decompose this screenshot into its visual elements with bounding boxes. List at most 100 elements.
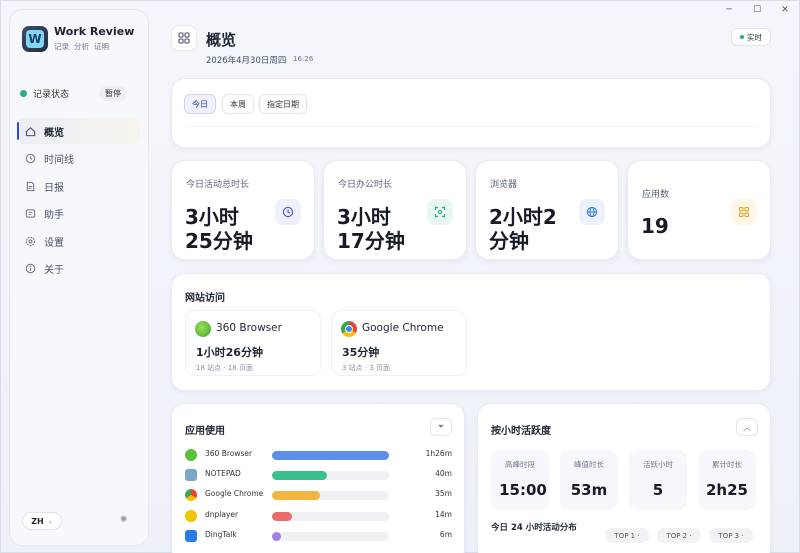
usage-bar-track: [272, 532, 389, 541]
collapse-icon[interactable]: ︿: [736, 418, 758, 436]
app-usage-row[interactable]: dnplayer 14m: [183, 508, 458, 524]
sidebar-nav: 概览 时间线 日报 助手 设置 关于: [17, 118, 140, 284]
sidebar-item-settings[interactable]: 设置: [18, 228, 140, 254]
chrome-icon: [341, 321, 357, 337]
language-select[interactable]: ZH ⌄: [22, 512, 62, 530]
pause-button[interactable]: 暂停: [99, 86, 127, 101]
stat-label: 应用数: [642, 190, 670, 200]
section-title: 按小时活跃度: [491, 426, 551, 437]
app-usage-row[interactable]: DingTalk 6m: [183, 528, 458, 544]
usage-bar-fill: [272, 491, 320, 500]
sidebar-item-label: 时间线: [44, 155, 74, 167]
language-value: ZH: [31, 516, 44, 526]
metric-value: 2h25: [706, 481, 748, 499]
grid-icon: [731, 199, 757, 225]
metric-value: 5: [652, 481, 664, 499]
stat-label: 浏览器: [490, 180, 518, 190]
app-usage-row[interactable]: Google Chrome 35m: [183, 487, 458, 503]
chat-icon: [24, 208, 36, 220]
filter-icon[interactable]: ⏷: [430, 418, 452, 436]
subtitle-item: 分析: [74, 42, 89, 51]
realtime-dot: [740, 35, 744, 39]
stat-card-browser: 浏览器 2小时2 分钟: [475, 160, 619, 260]
top-chip[interactable]: TOP 3 ·: [709, 528, 753, 543]
sidebar-item-about[interactable]: 关于: [18, 256, 140, 282]
site-card-chrome[interactable]: Google Chrome 35分钟 3 站点 · 3 页面: [331, 310, 467, 376]
tab-this-week[interactable]: 本周: [222, 94, 254, 114]
site-duration: 35分钟: [342, 346, 380, 359]
stat-value-line: 3小时: [337, 205, 391, 229]
stat-value-line: 25分钟: [185, 228, 253, 253]
sidebar-item-label: 关于: [44, 265, 64, 277]
tab-today[interactable]: 今日: [184, 94, 216, 114]
chevron-down-icon: ⌄: [47, 517, 53, 525]
site-duration: 1小时26分钟: [196, 346, 263, 359]
stat-value-line: 2小时2: [489, 205, 557, 229]
app-duration: 14m: [435, 510, 452, 519]
sidebar-item-overview[interactable]: 概览: [17, 118, 140, 144]
usage-bar-track: [272, 471, 389, 480]
sidebar-item-label: 概览: [44, 127, 64, 139]
stat-value-line: 分钟: [489, 228, 529, 253]
close-icon[interactable]: ✕: [771, 1, 799, 19]
realtime-label: 实时: [747, 32, 762, 42]
usage-bar-fill: [272, 532, 281, 541]
theme-toggle-icon[interactable]: ✺: [120, 515, 128, 525]
minimize-icon[interactable]: ─: [715, 1, 743, 19]
metric-active-hours: 活跃小时 5: [629, 450, 687, 510]
tab-custom-date[interactable]: 指定日期: [259, 94, 307, 114]
app-icon: [185, 449, 197, 461]
site-name: 360 Browser: [216, 322, 282, 334]
page-count: 3 页面: [369, 364, 391, 372]
app-duration: 40m: [435, 469, 452, 478]
realtime-button[interactable]: 实时: [731, 28, 771, 46]
app-icon: [185, 469, 197, 481]
metric-label: 累计时长: [712, 460, 742, 469]
sidebar-item-assistant[interactable]: 助手: [18, 201, 140, 227]
app-usage-row[interactable]: NOTEPAD 40m: [183, 467, 458, 483]
app-usage-row[interactable]: 360 Browser 1h26m: [183, 447, 458, 463]
stat-value: 2小时2 分钟: [489, 205, 557, 253]
globe-icon: [579, 199, 605, 225]
app-duration: 6m: [439, 530, 452, 539]
app-name: dnplayer: [205, 510, 239, 519]
home-icon: [24, 125, 36, 137]
site-card-360[interactable]: 360 Browser 1小时26分钟 18 站点 · 18 页面: [185, 310, 321, 376]
stat-label: 今日活动总时长: [186, 180, 250, 190]
app-window: ─ ☐ ✕ W Work Review 记录 分析 证明 记录状态 暂停 概览: [0, 0, 800, 553]
app-icon: [185, 510, 197, 522]
page-date: 2026年4月30日周四: [206, 56, 287, 66]
section-title: 网站访问: [185, 293, 225, 304]
clock-icon: [275, 199, 301, 225]
gear-icon: [24, 235, 36, 247]
app-logo: W: [22, 26, 48, 52]
metric-peak-hour: 高峰时段 15:00: [491, 450, 549, 510]
sidebar-item-label: 日报: [44, 182, 64, 194]
site-meta: 3 站点 · 3 页面: [342, 364, 391, 372]
subtitle-item: 记录: [54, 42, 69, 51]
site-meta: 18 站点 · 18 页面: [196, 364, 253, 372]
page-count: 18 页面: [227, 364, 253, 372]
stat-card-app-count: 应用数 19: [627, 160, 771, 260]
window-controls: ─ ☐ ✕: [715, 1, 799, 19]
app-title: Work Review: [54, 25, 135, 38]
top-chip[interactable]: TOP 1 ·: [605, 528, 649, 543]
subtitle-item: 证明: [94, 42, 109, 51]
app-name: Google Chrome: [205, 489, 264, 498]
stat-value: 3小时 17分钟: [337, 205, 405, 253]
overview-grid-icon: [171, 25, 197, 51]
app-subtitle: 记录 分析 证明: [54, 41, 109, 52]
stat-value-line: 3小时: [185, 205, 239, 229]
sidebar-item-timeline[interactable]: 时间线: [18, 146, 140, 172]
top-chip[interactable]: TOP 2 ·: [657, 528, 701, 543]
section-title: 应用使用: [185, 426, 225, 437]
website-visits-card: 网站访问 360 Browser 1小时26分钟 18 站点 · 18 页面 G…: [171, 273, 771, 391]
app-icon: [185, 530, 197, 542]
sidebar-item-daily-report[interactable]: 日报: [18, 173, 140, 199]
maximize-icon[interactable]: ☐: [743, 1, 771, 19]
focus-icon: [427, 199, 453, 225]
metric-total-duration: 累计时长 2h25: [698, 450, 756, 510]
stat-value: 19: [641, 214, 669, 239]
usage-bar-fill: [272, 471, 327, 480]
app-duration: 35m: [435, 489, 452, 498]
